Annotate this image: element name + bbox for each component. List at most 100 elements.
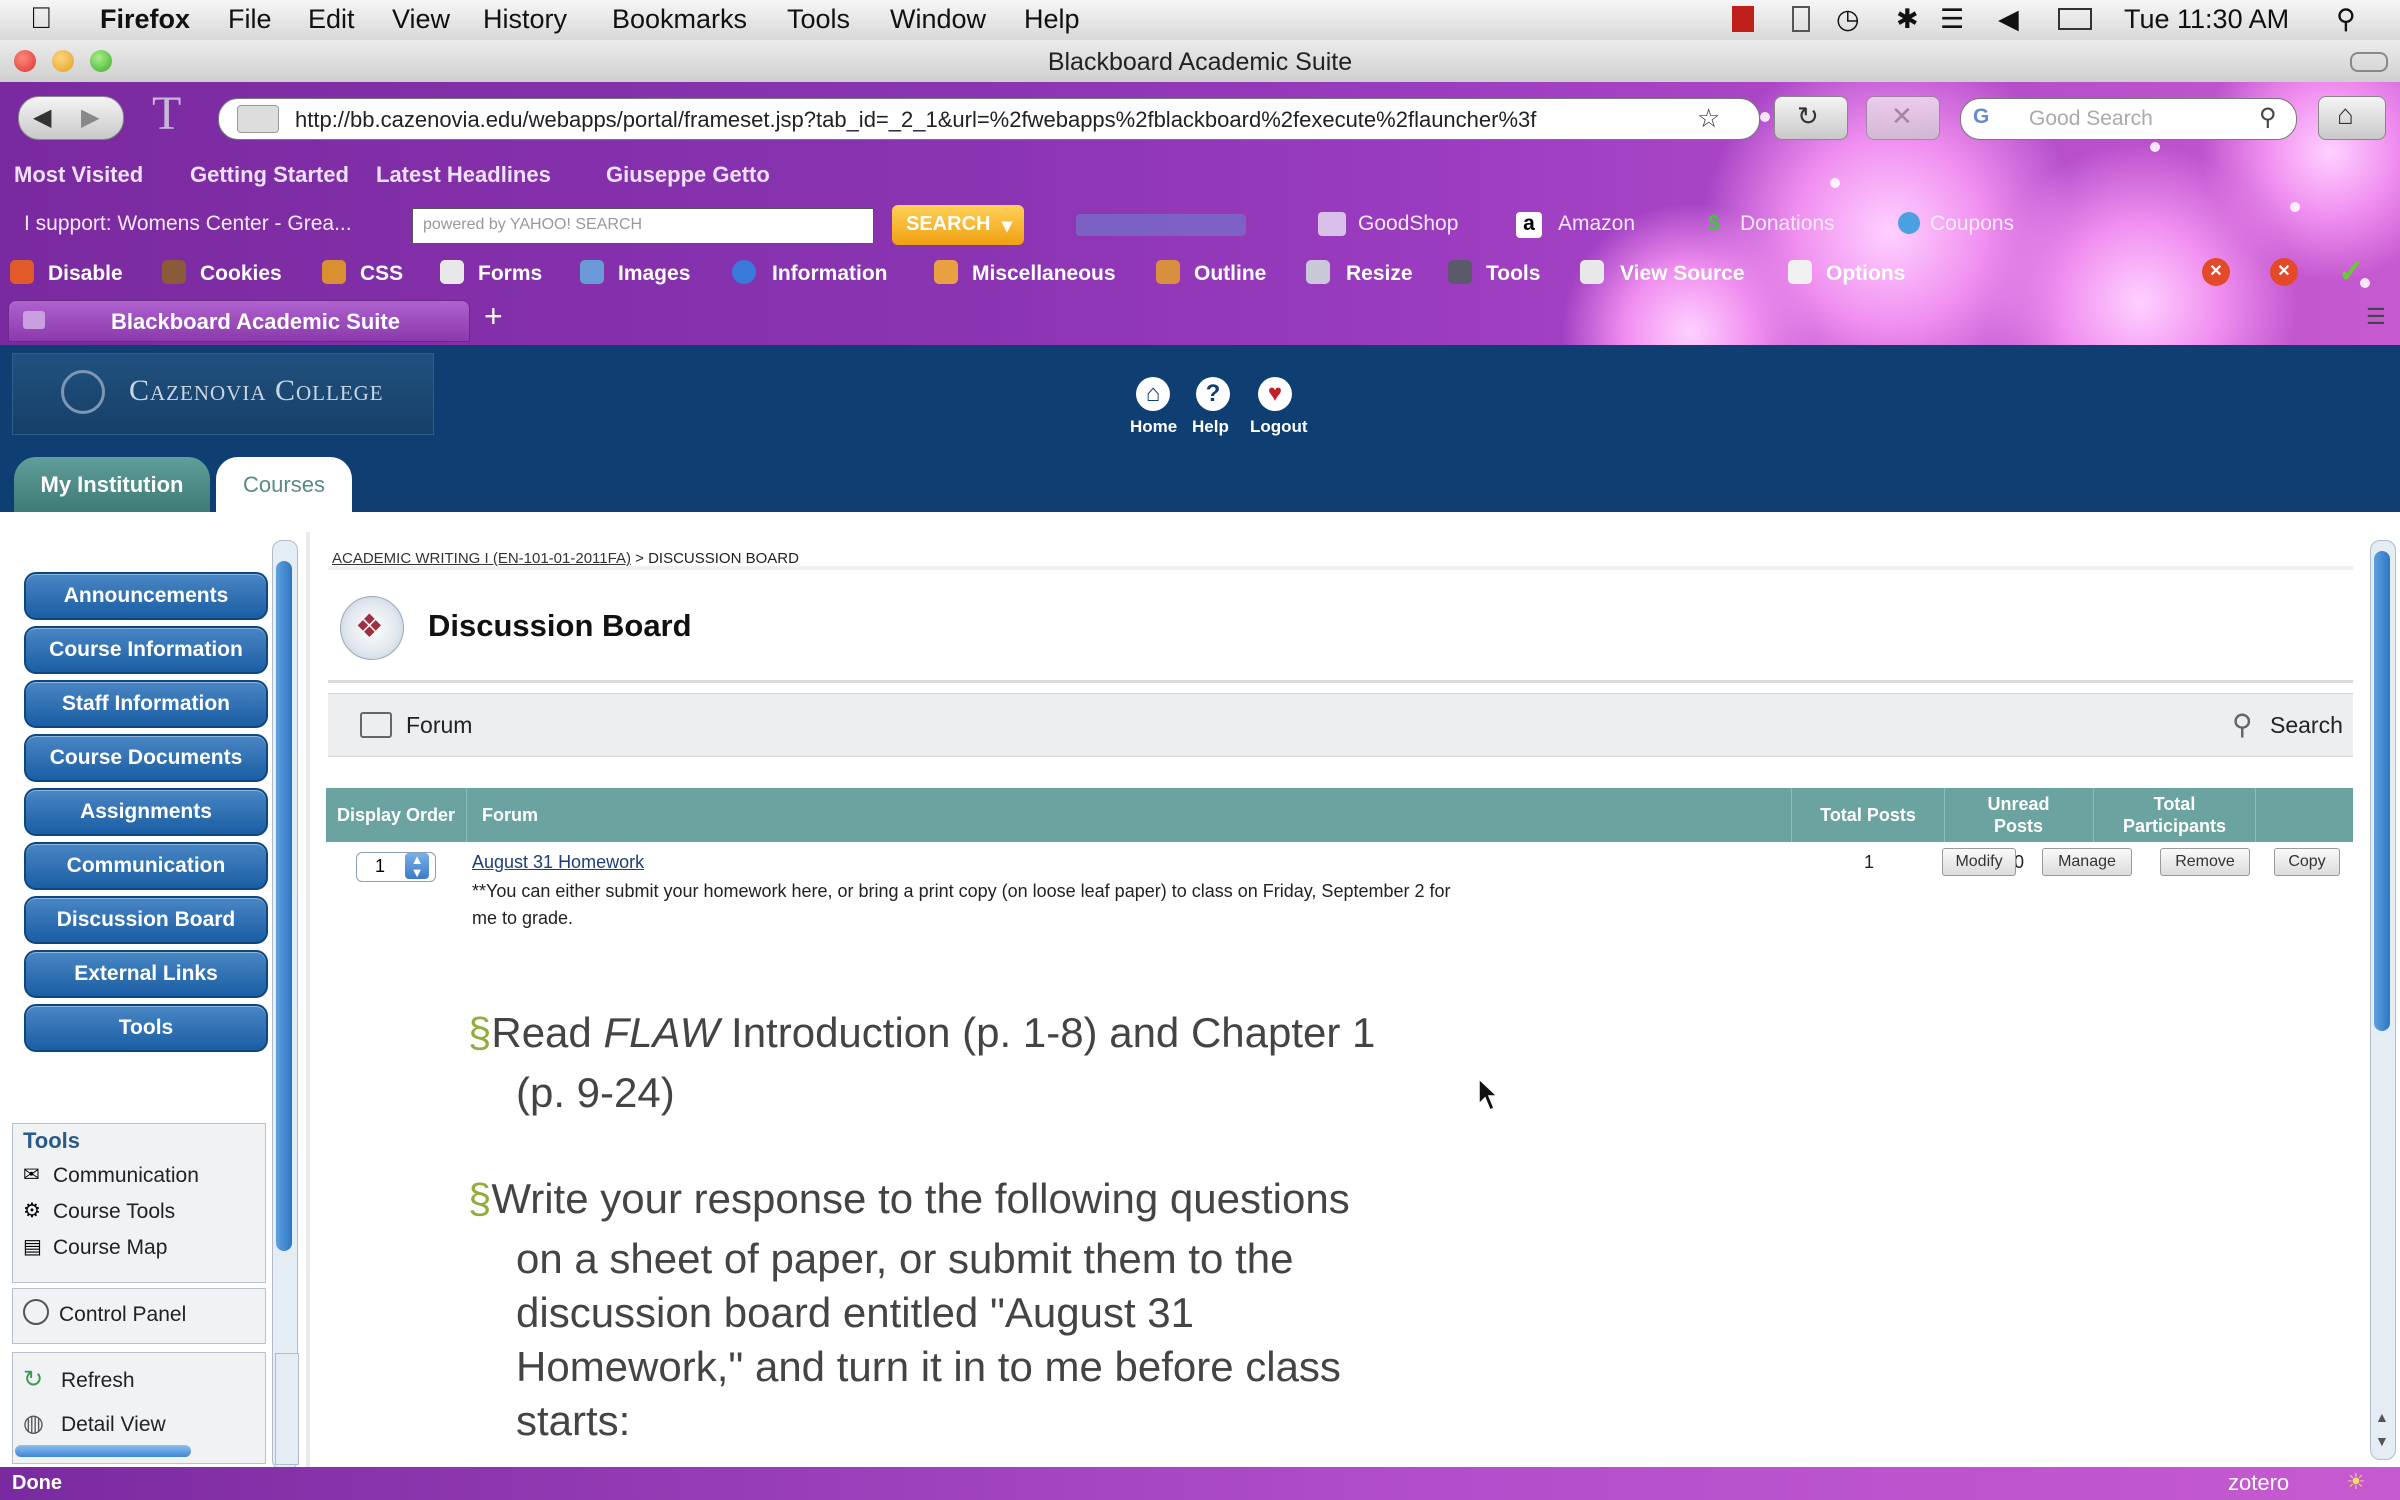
coupons-link[interactable]: Coupons (1930, 212, 2014, 236)
content-scrollbar[interactable]: ▲ ▼ (2370, 540, 2396, 1460)
bluetooth-icon[interactable]: ✱ (1896, 4, 1919, 35)
frame-divider[interactable] (306, 532, 310, 1467)
nav-assignments[interactable]: Assignments (24, 788, 268, 836)
status-addon-icon[interactable]: ☀ (2346, 1469, 2366, 1495)
forum-title-link[interactable]: August 31 Homework (472, 852, 644, 873)
webdev-disable[interactable]: Disable (48, 262, 123, 286)
left-nav-scroll-thumb[interactable] (276, 561, 292, 1251)
header-help-link[interactable]: Help (1192, 417, 1229, 437)
menu-window[interactable]: Window (890, 4, 986, 35)
search-icon[interactable]: ⚲ (2232, 708, 2253, 741)
tab-my-institution[interactable]: My Institution (14, 457, 210, 513)
nav-tools[interactable]: Tools (24, 1004, 268, 1052)
search-box[interactable]: G Good Search ⚲ (1960, 98, 2297, 140)
webdev-resize[interactable]: Resize (1346, 262, 1413, 286)
content-scroll-thumb[interactable] (2374, 551, 2390, 1031)
apple-menu-icon[interactable]:  (30, 2, 53, 36)
toolbar-toggle-button[interactable] (2350, 52, 2388, 72)
warning-icon[interactable]: ✕ (2270, 258, 2298, 286)
logout-icon[interactable]: ♥ (1258, 377, 1292, 411)
menu-tools[interactable]: Tools (787, 4, 850, 35)
menu-file[interactable]: File (228, 4, 272, 35)
menu-history[interactable]: History (483, 4, 567, 35)
spotlight-search-icon[interactable]: ⚲ (2336, 4, 2356, 35)
yahoo-search-input[interactable]: powered by YAHOO! SEARCH (412, 208, 874, 244)
document-icon[interactable] (1792, 6, 1810, 32)
help-icon[interactable]: ? (1196, 377, 1230, 411)
modify-button[interactable]: Modify (1942, 848, 2016, 876)
tab-list-icon[interactable]: ☰ (2366, 304, 2386, 330)
col-display-order[interactable]: Display Order (326, 788, 467, 842)
webdev-outline[interactable]: Outline (1194, 262, 1266, 286)
breadcrumb-course-link[interactable]: ACADEMIC WRITING I (EN-101-01-2011FA) (332, 550, 631, 567)
tab-courses[interactable]: Courses (216, 457, 352, 513)
menu-help[interactable]: Help (1024, 4, 1080, 35)
col-total-participants[interactable]: Total Participants (2094, 788, 2256, 842)
stop-button[interactable]: ✕ (1866, 96, 1940, 140)
menubar-clock[interactable]: Tue 11:30 AM (2124, 4, 2289, 35)
nav-external-links[interactable]: External Links (24, 950, 268, 998)
amazon-link[interactable]: Amazon (1558, 212, 1635, 236)
goodshop-link[interactable]: GoodShop (1358, 212, 1458, 236)
nav-discussion-board[interactable]: Discussion Board (24, 896, 268, 944)
reload-button[interactable]: ↻ (1774, 96, 1848, 140)
menu-view[interactable]: View (392, 4, 450, 35)
webdev-css[interactable]: CSS (360, 262, 403, 286)
tools-link-communication[interactable]: Communication (53, 1164, 199, 1188)
horizontal-scroll-thumb[interactable] (15, 1445, 191, 1457)
nav-course-information[interactable]: Course Information (24, 626, 268, 674)
site-identity-icon[interactable] (237, 105, 279, 133)
search-link[interactable]: Search (2270, 712, 2343, 739)
yahoo-search-button[interactable]: SEARCH ▾ (892, 205, 1024, 245)
bookmark-giuseppe-getto[interactable]: Giuseppe Getto (606, 162, 770, 188)
webdev-forms[interactable]: Forms (478, 262, 542, 286)
tools-scrollbar[interactable] (275, 1353, 299, 1465)
webdev-miscellaneous[interactable]: Miscellaneous (972, 262, 1116, 286)
error-icon[interactable]: ✕ (2202, 258, 2230, 286)
webdev-cookies[interactable]: Cookies (200, 262, 282, 286)
tools-link-course-map[interactable]: Course Map (53, 1236, 167, 1260)
tools-link-course-tools[interactable]: Course Tools (53, 1200, 175, 1224)
url-bar[interactable]: http://bb.cazenovia.edu/webapps/portal/f… (218, 98, 1760, 140)
webdev-information[interactable]: Information (772, 262, 888, 286)
bookmark-latest-headlines[interactable]: Latest Headlines (376, 162, 551, 188)
col-total-posts[interactable]: Total Posts (1792, 788, 1945, 842)
display-order-select[interactable]: 1 ▲ ▼ (356, 852, 436, 882)
support-cause-label[interactable]: I support: Womens Center - Grea... (24, 212, 352, 236)
manage-button[interactable]: Manage (2042, 848, 2132, 876)
home-button[interactable]: ⌂ (2318, 96, 2386, 140)
webdev-tools[interactable]: Tools (1486, 262, 1540, 286)
nav-announcements[interactable]: Announcements (24, 572, 268, 620)
control-panel-link[interactable]: Control Panel (59, 1303, 186, 1327)
browser-tab[interactable]: Blackboard Academic Suite (8, 300, 470, 342)
add-forum-icon[interactable] (360, 712, 392, 738)
webdev-options[interactable]: Options (1826, 262, 1905, 286)
stepper-arrows-icon[interactable]: ▲ ▼ (405, 853, 429, 879)
new-tab-button[interactable]: + (484, 298, 503, 335)
detail-view-link[interactable]: Detail View (61, 1413, 166, 1437)
volume-icon[interactable]: ◀ (1998, 4, 2019, 35)
header-logout-link[interactable]: Logout (1250, 417, 1308, 437)
theme-t-icon[interactable]: T (152, 86, 181, 141)
time-machine-icon[interactable]: ◷ (1836, 4, 1860, 35)
nav-staff-information[interactable]: Staff Information (24, 680, 268, 728)
webdev-view-source[interactable]: View Source (1620, 262, 1745, 286)
remove-button[interactable]: Remove (2160, 848, 2250, 876)
back-arrow-icon[interactable]: ◀ (33, 103, 51, 132)
search-magnifier-icon[interactable]: ⚲ (2259, 103, 2277, 132)
webdev-images[interactable]: Images (618, 262, 690, 286)
refresh-link[interactable]: Refresh (61, 1369, 135, 1393)
col-unread-posts[interactable]: Unread Posts (1944, 788, 2094, 842)
add-forum-link[interactable]: Forum (406, 712, 472, 739)
menu-bookmarks[interactable]: Bookmarks (612, 4, 747, 35)
copy-button[interactable]: Copy (2274, 848, 2340, 876)
scroll-down-arrow-icon[interactable]: ▼ (2375, 1433, 2389, 1449)
home-icon[interactable]: ⌂ (1136, 377, 1170, 411)
college-logo[interactable]: Cazenovia College (12, 353, 434, 435)
bookmark-getting-started[interactable]: Getting Started (190, 162, 349, 188)
menu-edit[interactable]: Edit (308, 4, 355, 35)
header-home-link[interactable]: Home (1130, 417, 1177, 437)
status-red-icon[interactable] (1732, 6, 1754, 32)
menu-app-firefox[interactable]: Firefox (100, 4, 190, 35)
checkmark-icon[interactable]: ✓ (2338, 252, 2365, 290)
